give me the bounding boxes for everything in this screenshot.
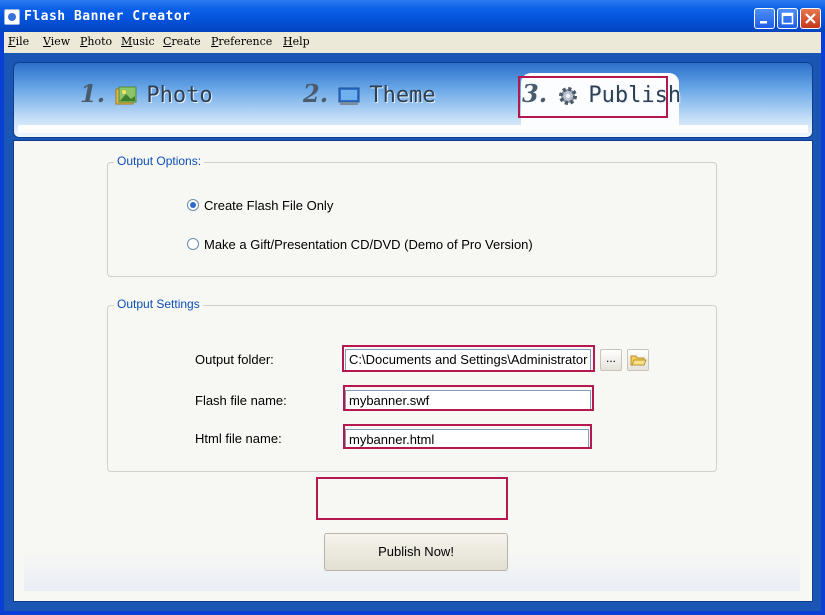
menu-preference[interactable]: Preference xyxy=(211,35,272,48)
open-folder-button[interactable] xyxy=(627,349,649,371)
folder-icon xyxy=(630,355,647,366)
menu-music[interactable]: Music xyxy=(121,35,155,48)
maximize-button[interactable] xyxy=(777,8,798,29)
theme-icon xyxy=(338,87,360,105)
flash-file-label: Flash file name: xyxy=(195,393,287,408)
publish-button-highlight xyxy=(316,477,508,520)
menu-help[interactable]: Help xyxy=(283,35,310,48)
tab-photo[interactable]: 1. Photo xyxy=(80,79,213,113)
flash-file-highlight xyxy=(343,385,594,411)
tab-theme[interactable]: 2. Theme xyxy=(303,79,436,113)
output-folder-label: Output folder: xyxy=(195,352,274,367)
output-options-group: Output Options: Create Flash File Only M… xyxy=(107,154,717,277)
minimize-icon xyxy=(760,21,767,24)
menu-photo[interactable]: Photo xyxy=(80,35,112,48)
client-area: 1. Photo 2. Theme 3. Publish Output Opti… xyxy=(4,53,821,611)
menu-file[interactable]: File xyxy=(8,35,29,48)
window-title: Flash Banner Creator xyxy=(24,9,191,24)
maximize-icon xyxy=(781,12,794,25)
photo-icon xyxy=(115,86,137,104)
tab-strip-base xyxy=(18,125,808,133)
close-icon xyxy=(805,13,816,24)
app-icon xyxy=(4,9,20,25)
output-folder-highlight xyxy=(342,345,595,372)
close-button[interactable] xyxy=(800,8,821,29)
html-file-label: Html file name: xyxy=(195,431,282,446)
menu-create[interactable]: Create xyxy=(163,35,201,48)
radio-selected-icon[interactable] xyxy=(187,199,199,211)
step-tabs: 1. Photo 2. Theme 3. Publish xyxy=(13,62,813,138)
publish-now-button[interactable]: Publish Now! xyxy=(324,533,508,571)
menu-bar: File View Photo Music Create Preference … xyxy=(4,32,821,53)
menu-view[interactable]: View xyxy=(43,35,70,48)
radio-unselected-icon[interactable] xyxy=(187,238,199,250)
app-window: Flash Banner Creator File View Photo Mus… xyxy=(0,0,825,615)
browse-button[interactable]: ... xyxy=(600,349,622,371)
output-options-legend: Output Options: xyxy=(114,154,205,168)
html-file-highlight xyxy=(343,424,592,449)
publish-tab-highlight xyxy=(518,76,668,118)
minimize-button[interactable] xyxy=(754,8,775,29)
output-settings-legend: Output Settings xyxy=(114,297,203,311)
title-bar[interactable]: Flash Banner Creator xyxy=(0,0,825,32)
